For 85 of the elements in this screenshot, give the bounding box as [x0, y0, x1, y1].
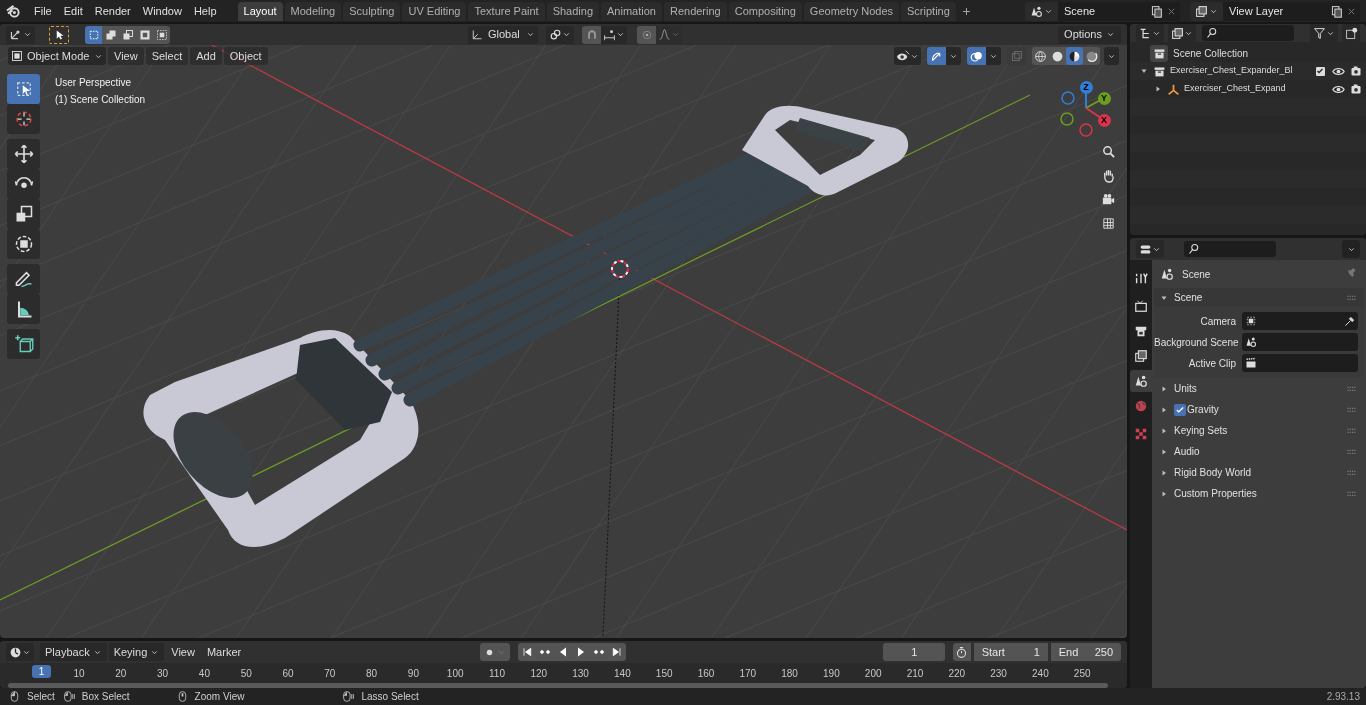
frame-number: 40 — [197, 667, 211, 681]
viewport-info-text: User Perspective — [55, 76, 133, 89]
frame-number: 70 — [323, 667, 337, 681]
status-hint: Lasso Select — [361, 690, 419, 704]
outliner-item[interactable]: Exerciser_Chest_Expander_Bl — [1170, 64, 1293, 78]
frame-number: 140 — [613, 667, 632, 681]
frame-number: 220 — [947, 667, 967, 681]
version-text: 2.93.13 — [1326, 690, 1360, 704]
field-label: Camera — [1199, 314, 1236, 329]
workspace-tab[interactable]: Animation — [601, 1, 662, 21]
menu-item[interactable]: File — [29, 2, 57, 20]
timeline-menu[interactable]: View — [166, 643, 200, 661]
frame-number: 190 — [822, 667, 841, 681]
start-frame-field[interactable]: Start 1 — [973, 643, 1048, 661]
menu-item[interactable]: Edit — [58, 2, 88, 20]
end-frame-label: End — [1058, 644, 1079, 660]
frame-number: 80 — [365, 667, 379, 681]
workspace-tab[interactable]: Modeling — [284, 1, 342, 21]
3d-viewport[interactable]: Global Options Object Mode View Select Add Object User Perspective (1) Scene Collection Z Y X — [0, 24, 1127, 638]
start-frame-label: Start — [981, 644, 1005, 660]
end-frame-value: 250 — [1094, 644, 1113, 660]
frame-number: 160 — [696, 667, 716, 681]
workspace-tab[interactable]: Sculpting — [343, 1, 401, 21]
scene-selector[interactable]: Scene — [1025, 1, 1180, 21]
frame-number: 170 — [738, 667, 758, 681]
frame-ruler[interactable]: 1 10 20 30 40 50 60 70 80 90 100 110 120 130 140 150 160 170 180 190 200 210 220 230 240 250 — [0, 663, 1127, 682]
frame-number: 110 — [488, 667, 506, 681]
viewport-menu[interactable]: Object — [223, 47, 268, 65]
axis-label[interactable]: Z — [1079, 80, 1093, 94]
frame-number: 120 — [529, 667, 549, 681]
context-title: Scene — [1182, 267, 1211, 282]
options-dropdown[interactable]: Options — [1058, 25, 1121, 44]
frame-number: 50 — [239, 667, 253, 681]
frame-number: 200 — [863, 667, 883, 681]
frame-number: 20 — [114, 667, 128, 681]
frame-number: 240 — [1031, 667, 1050, 681]
frame-number: 90 — [406, 667, 420, 681]
status-hint: Select — [27, 690, 55, 704]
workspace-tab[interactable]: UV Editing — [402, 1, 467, 21]
current-frame-field[interactable]: 1 — [883, 643, 946, 661]
field-label: Active Clip — [1187, 356, 1236, 371]
frame-number: 10 — [72, 667, 86, 681]
timeline-menu[interactable]: Playback — [40, 643, 107, 661]
timeline-menu[interactable]: Marker — [201, 643, 247, 661]
viewport-menu[interactable]: Add — [190, 47, 222, 65]
outliner-item[interactable]: Scene Collection — [1173, 45, 1249, 61]
orientation-dropdown[interactable]: Global — [468, 25, 538, 44]
workspace-tab[interactable]: Shading — [546, 1, 600, 21]
workspace-tab[interactable]: Texture Paint — [468, 1, 545, 21]
frame-number: 180 — [780, 667, 799, 681]
view-layer-name: View Layer — [1228, 3, 1285, 19]
workspace-tab[interactable]: Geometry Nodes — [803, 1, 899, 21]
frame-number: 150 — [654, 667, 674, 681]
outliner-item[interactable]: Exerciser_Chest_Expand — [1184, 82, 1286, 96]
viewport-info-text: (1) Scene Collection — [55, 93, 146, 106]
workspace-tab[interactable]: Layout — [237, 1, 283, 21]
timeline-menu[interactable]: Keying — [108, 643, 165, 661]
frame-number: 230 — [989, 667, 1008, 681]
frame-number: 250 — [1072, 667, 1092, 681]
current-frame-marker[interactable]: 1 — [32, 665, 51, 678]
frame-number: 130 — [571, 667, 590, 681]
menu-item[interactable]: Help — [188, 2, 222, 20]
mode-dropdown[interactable]: Object Mode — [8, 47, 106, 65]
menu-item[interactable]: Window — [137, 2, 187, 20]
view-layer-selector[interactable]: View Layer — [1190, 1, 1360, 21]
status-hint: Box Select — [81, 690, 130, 704]
field-label: Background Scene — [1154, 335, 1236, 350]
workspace-tab[interactable]: Rendering — [663, 1, 727, 21]
status-hint: Zoom View — [194, 690, 245, 704]
axis-label[interactable]: X — [1097, 113, 1111, 127]
workspace-tab[interactable]: Scripting — [901, 1, 956, 21]
scene-name: Scene — [1063, 3, 1097, 19]
frame-number: 100 — [445, 667, 465, 681]
viewport-menu[interactable]: View — [108, 47, 144, 65]
frame-number: 210 — [905, 667, 925, 681]
end-frame-field[interactable]: End 250 — [1050, 643, 1121, 661]
workspace-tab[interactable]: Compositing — [728, 1, 802, 21]
menu-item[interactable]: Render — [89, 2, 136, 20]
navigation-gizmo[interactable]: Z Y X — [1057, 78, 1117, 138]
start-frame-value: 1 — [1033, 644, 1040, 660]
frame-number: 30 — [156, 667, 170, 681]
viewport-menu[interactable]: Select — [145, 47, 189, 65]
frame-number: 60 — [281, 667, 295, 681]
panel-header[interactable]: Scene — [1154, 288, 1364, 307]
axis-label[interactable]: Y — [1097, 91, 1111, 105]
